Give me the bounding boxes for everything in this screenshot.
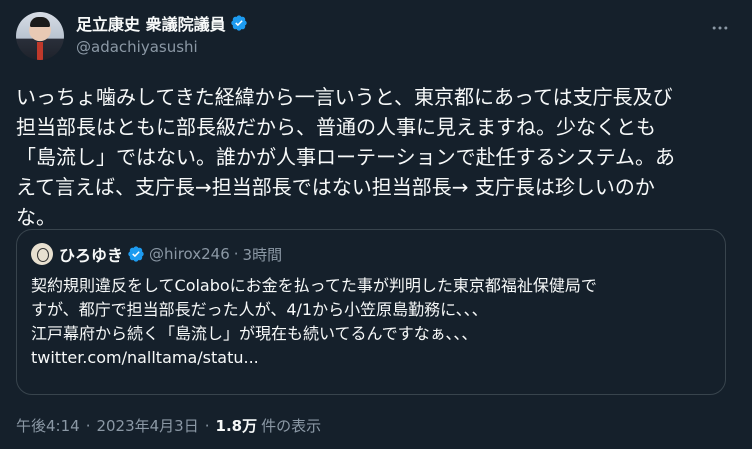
views-label: 件の表示 — [261, 417, 322, 435]
more-options-icon[interactable] — [708, 16, 732, 40]
tweet-date[interactable]: 2023年4月3日 — [96, 415, 198, 436]
tweet-meta: 午後4:14 · 2023年4月3日 · 1.8万 件の表示 — [16, 415, 321, 436]
quoted-tweet-text: 契約規則違反をしてColaboにお金を払ってた事が判明した東京都福祉保健局で す… — [31, 276, 597, 367]
tweet: 足立康史 衆議院議員 @adachiyasushi いっちょ噛みしてきた経緯から… — [0, 0, 752, 449]
quoted-verified-badge-icon — [128, 246, 144, 262]
verified-badge-icon — [230, 15, 247, 31]
quoted-separator: · — [233, 245, 239, 263]
tweet-text: いっちょ噛みしてきた経緯から一言いうと、東京都にあっては支庁長及び 担当部長はと… — [16, 85, 675, 229]
more-dots-glyph — [712, 26, 728, 30]
tweet-time[interactable]: 午後4:14 — [16, 415, 80, 436]
author-names: 足立康史 衆議院議員 @adachiyasushi — [76, 12, 248, 56]
quoted-tweet-header: ひろゆき @hirox246 · 3時間 — [31, 242, 711, 266]
quoted-time: 3時間 — [242, 245, 283, 264]
quoted-author-avatar — [31, 243, 53, 265]
quoted-author-display-name: ひろゆき — [59, 246, 124, 265]
tweet-header: 足立康史 衆議院議員 @adachiyasushi — [16, 12, 736, 64]
quoted-author-handle: @hirox246 — [149, 245, 230, 263]
meta-separator: · — [85, 416, 91, 435]
quoted-tweet[interactable]: ひろゆき @hirox246 · 3時間 契約規則違反をしてColaboにお金を… — [16, 229, 726, 395]
avatar-tie — [37, 42, 43, 60]
meta-separator-2: · — [204, 416, 210, 435]
author-display-name[interactable]: 足立康史 衆議院議員 — [76, 11, 226, 35]
author-handle[interactable]: @adachiyasushi — [76, 38, 248, 56]
author-avatar[interactable] — [16, 12, 64, 60]
views-count[interactable]: 1.8万 — [216, 415, 258, 436]
display-name-row: 足立康史 衆議院議員 — [76, 12, 248, 34]
avatar-hair — [30, 17, 50, 27]
